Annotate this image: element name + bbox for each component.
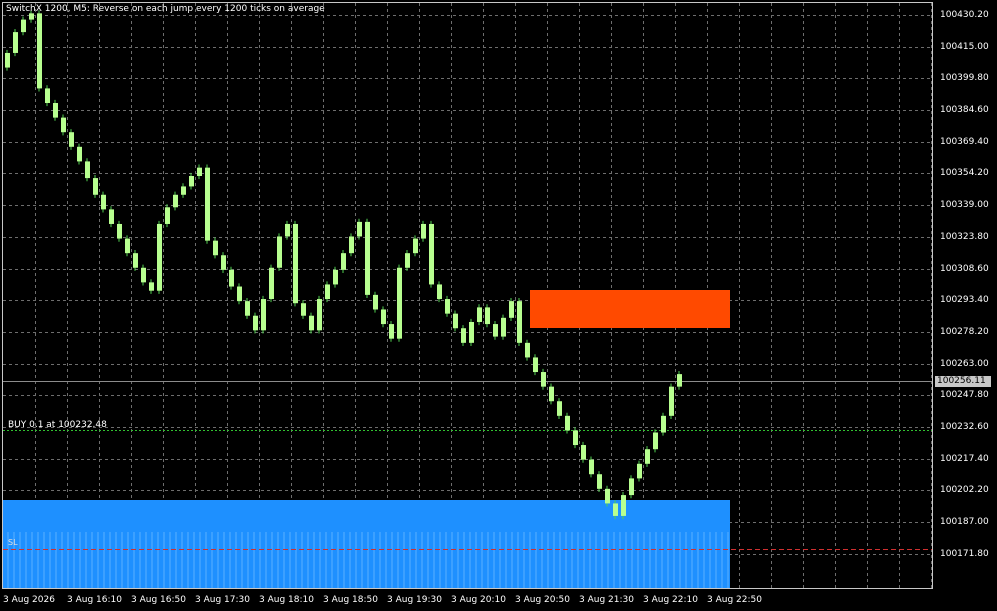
price-tick-label: 100399.80 xyxy=(940,73,989,83)
time-tick-label: 3 Aug 20:50 xyxy=(515,595,570,605)
chart-window[interactable]: SwitchX 1200, M5: Reverse on each jump e… xyxy=(0,0,997,611)
time-tick-label: 3 Aug 18:10 xyxy=(259,595,314,605)
price-tick-label: 100293.40 xyxy=(940,295,989,305)
price-tick-label: 100369.40 xyxy=(940,137,989,147)
price-tick-label: 100384.60 xyxy=(940,105,989,115)
time-tick-label: 3 Aug 17:30 xyxy=(195,595,250,605)
time-tick-label: 3 Aug 18:50 xyxy=(323,595,378,605)
price-tick-label: 100247.80 xyxy=(940,390,989,400)
time-tick-label: 3 Aug 22:10 xyxy=(643,595,698,605)
time-tick-label: 3 Aug 21:30 xyxy=(579,595,634,605)
price-tick-label: 100202.20 xyxy=(940,485,989,495)
price-tick-label: 100415.00 xyxy=(940,42,989,52)
trade-label[interactable]: BUY 0.1 at 100232.48 xyxy=(8,420,107,431)
price-tick-label: 100263.00 xyxy=(940,359,989,369)
plot-frame xyxy=(2,2,933,589)
time-tick-label: 3 Aug 16:50 xyxy=(131,595,186,605)
price-tick-label: 100308.60 xyxy=(940,264,989,274)
sl-label[interactable]: SL xyxy=(8,538,18,548)
price-tick-label: 100171.80 xyxy=(940,549,989,559)
price-tick-label: 100187.00 xyxy=(940,517,989,527)
time-tick-label: 3 Aug 22:50 xyxy=(707,595,762,605)
time-tick-label: 3 Aug 19:30 xyxy=(387,595,442,605)
price-tick-label: 100217.40 xyxy=(940,454,989,464)
time-tick-label: 3 Aug 2026 xyxy=(3,595,55,605)
price-tick-label: 100278.20 xyxy=(940,327,989,337)
time-tick-label: 3 Aug 16:10 xyxy=(67,595,122,605)
price-tick-label: 100232.60 xyxy=(940,422,989,432)
price-tick-label: 100339.00 xyxy=(940,200,989,210)
time-tick-label: 3 Aug 20:10 xyxy=(451,595,506,605)
chart-title: SwitchX 1200, M5: Reverse on each jump e… xyxy=(6,4,325,14)
price-tick-label: 100323.80 xyxy=(940,232,989,242)
current-price-badge: 100256.11 xyxy=(935,376,991,387)
price-tick-label: 100430.20 xyxy=(940,10,989,20)
price-tick-label: 100354.20 xyxy=(940,168,989,178)
